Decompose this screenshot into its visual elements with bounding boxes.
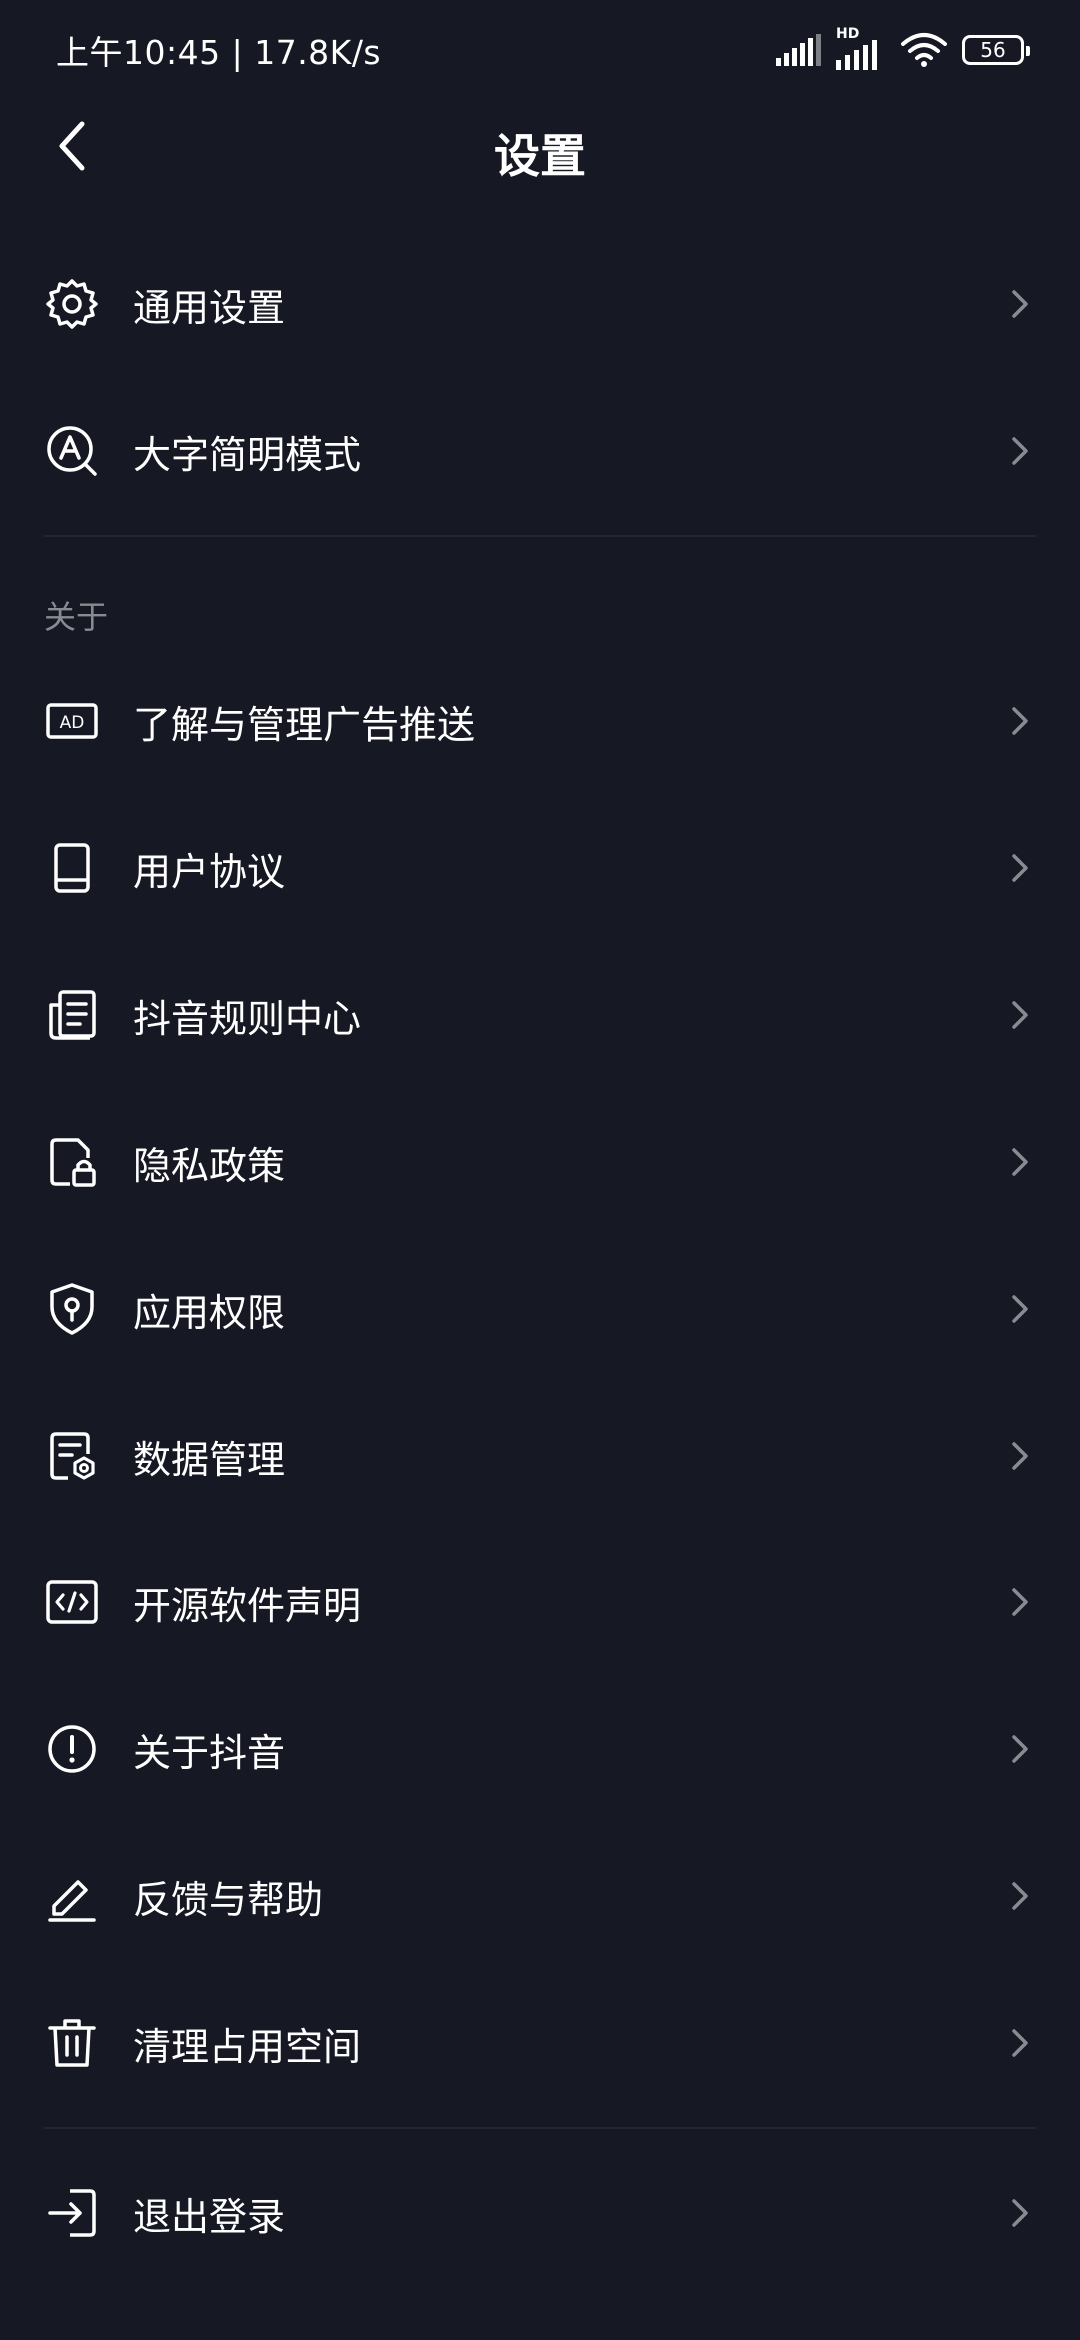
data-management-row[interactable]: 数据管理 [0,1391,1080,1521]
chevron-right-icon [1004,995,1036,1035]
chevron-right-icon [1004,1142,1036,1182]
chevron-right-icon [1004,2193,1036,2233]
feedback-help-row[interactable]: 反馈与帮助 [0,1831,1080,1961]
row-label: 关于抖音 [133,1730,286,1775]
divider [44,2127,1036,2129]
user-agreement-row[interactable]: 用户协议 [0,803,1080,933]
about-douyin-row[interactable]: 关于抖音 [0,1684,1080,1814]
chevron-right-icon [1004,1729,1036,1769]
chevron-right-icon [1004,1436,1036,1476]
code-icon [44,1574,100,1630]
chevron-right-icon [1004,284,1036,324]
battery-icon: 56 [962,35,1030,65]
divider [44,535,1036,537]
shield-icon [44,1281,100,1337]
info-circle-icon [44,1721,100,1777]
row-label: 用户协议 [133,849,286,894]
row-label: 抖音规则中心 [133,996,362,1041]
open-source-notice-row[interactable]: 开源软件声明 [0,1537,1080,1667]
privacy-lock-icon [44,1134,100,1190]
ad-icon: AD [44,693,100,749]
trash-icon [44,2015,100,2071]
book-icon [44,840,100,896]
row-label: 隐私政策 [133,1143,286,1188]
chevron-right-icon [1004,431,1036,471]
row-label: 了解与管理广告推送 [133,702,476,747]
status-icons: HD 56 [776,26,1030,72]
nav-bar: 设置 [0,96,1080,196]
ad-management-row[interactable]: AD 了解与管理广告推送 [0,656,1080,786]
wifi-icon [901,33,947,67]
row-label: 反馈与帮助 [133,1877,324,1922]
row-label: 清理占用空间 [133,2024,362,2069]
chevron-right-icon [1004,701,1036,741]
chevron-right-icon [1004,2023,1036,2063]
battery-level: 56 [980,38,1006,62]
data-settings-icon [44,1428,100,1484]
large-font-icon [44,423,100,479]
row-label: 大字简明模式 [133,432,362,477]
document-list-icon [44,987,100,1043]
signal-icon [776,34,821,66]
row-label: 开源软件声明 [133,1583,362,1628]
chevron-right-icon [1004,1582,1036,1622]
gear-icon [44,276,100,332]
large-font-mode-row[interactable]: 大字简明模式 [0,386,1080,516]
section-header-about: 关于 [44,598,109,636]
general-settings-row[interactable]: 通用设置 [0,239,1080,369]
pen-icon [44,1868,100,1924]
signal-hd-icon: HD [836,26,886,70]
svg-text:AD: AD [60,713,85,733]
chevron-right-icon [1004,1876,1036,1916]
row-label: 应用权限 [133,1290,286,1335]
logout-row[interactable]: 退出登录 [0,2148,1080,2278]
row-label: 退出登录 [133,2194,286,2239]
logout-icon [44,2185,100,2241]
privacy-policy-row[interactable]: 隐私政策 [0,1097,1080,1227]
status-bar: 上午10:45 | 17.8K/s HD 56 [0,0,1080,96]
page-title: 设置 [494,129,586,183]
chevron-right-icon [1004,848,1036,888]
row-label: 通用设置 [133,285,286,330]
status-time-speed: 上午10:45 | 17.8K/s [56,33,382,72]
chevron-right-icon [1004,1289,1036,1329]
row-label: 数据管理 [133,1437,286,1482]
app-permissions-row[interactable]: 应用权限 [0,1244,1080,1374]
rules-center-row[interactable]: 抖音规则中心 [0,950,1080,1080]
clear-storage-row[interactable]: 清理占用空间 [0,1978,1080,2108]
